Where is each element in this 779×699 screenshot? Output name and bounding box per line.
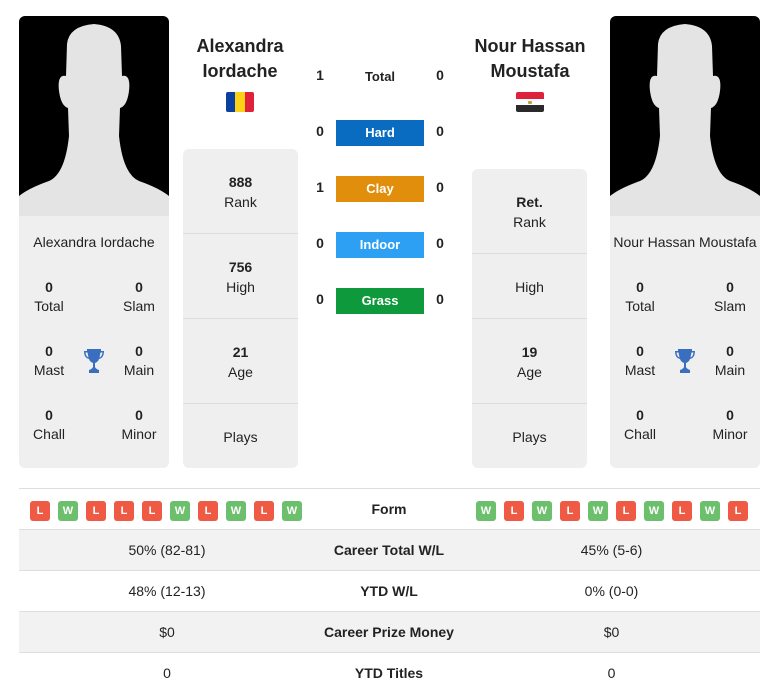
surface-clay-button[interactable]: Clay <box>336 176 424 202</box>
form-loss-badge[interactable]: L <box>560 501 580 521</box>
form-loss-badge[interactable]: L <box>728 501 748 521</box>
form-win-badge[interactable]: W <box>58 501 78 521</box>
form-label: Form <box>371 501 407 517</box>
form-loss-badge[interactable]: L <box>30 501 50 521</box>
h2h-grass-p2: 0 <box>436 291 444 307</box>
surface-hard-button[interactable]: Hard <box>336 120 424 146</box>
player1-form: LWLLLWLWLW <box>30 501 302 521</box>
form-loss-badge[interactable]: L <box>142 501 162 521</box>
h2h-clay-p2: 0 <box>436 179 444 195</box>
player2-form: WLWLWLWLWL <box>476 501 748 521</box>
player2-high: High <box>515 278 544 295</box>
form-loss-badge[interactable]: L <box>504 501 524 521</box>
player2-title-chall: 0 Chall <box>624 407 656 442</box>
player2-title-slam: 0 Slam <box>714 279 746 314</box>
form-win-badge[interactable]: W <box>700 501 720 521</box>
player1-title-total: 0 Total <box>34 279 64 314</box>
trophy-icon <box>84 349 104 373</box>
player2-title-minor: 0 Minor <box>712 407 748 442</box>
form-win-badge[interactable]: W <box>282 501 302 521</box>
h2h-indoor-p1: 0 <box>316 235 324 251</box>
h2h-hard-p1: 0 <box>316 123 324 139</box>
form-loss-badge[interactable]: L <box>198 501 218 521</box>
form-loss-badge[interactable]: L <box>254 501 274 521</box>
player2-rank: Ret. Rank <box>513 193 546 230</box>
player1-card: Alexandra Iordache 0 Total 0 Slam 0 Mast… <box>19 16 169 468</box>
form-loss-badge[interactable]: L <box>672 501 692 521</box>
player2-card-name[interactable]: Nour Hassan Moustafa <box>610 234 760 250</box>
player2-photo <box>610 16 760 216</box>
player1-title-chall: 0 Chall <box>33 407 65 442</box>
silhouette-icon <box>610 24 760 216</box>
player1-rank: 888 Rank <box>224 173 257 210</box>
player2-card: Nour Hassan Moustafa 0 Total 0 Slam 0 Ma… <box>610 16 760 468</box>
egypt-flag-icon <box>516 92 544 112</box>
row-label: YTD W/L <box>360 583 418 599</box>
player2-plays: Plays <box>512 428 547 445</box>
table-row: 50% (82-81) Career Total W/L 45% (5-6) <box>19 529 760 570</box>
table-row: 48% (12-13) YTD W/L 0% (0-0) <box>19 570 760 611</box>
form-win-badge[interactable]: W <box>226 501 246 521</box>
player2-titles: 0 Total 0 Slam 0 Mast 0 Main 0 Chall 0 M… <box>610 278 760 458</box>
form-loss-badge[interactable]: L <box>86 501 106 521</box>
form-win-badge[interactable]: W <box>644 501 664 521</box>
form-win-badge[interactable]: W <box>532 501 552 521</box>
player1-ytd-wl: 48% (12-13) <box>128 583 206 599</box>
player1-stats: 888 Rank 756 High 21 Age Plays <box>183 149 298 468</box>
romania-flag-icon <box>226 92 254 112</box>
h2h-total-label: Total <box>364 69 396 84</box>
player1-titles: 0 Total 0 Slam 0 Mast 0 Main 0 Chall 0 M… <box>19 278 169 458</box>
player2-title-total: 0 Total <box>625 279 655 314</box>
form-win-badge[interactable]: W <box>476 501 496 521</box>
surface-grass-button[interactable]: Grass <box>336 288 424 314</box>
player1-high: 756 High <box>226 258 255 295</box>
player2-stats: Ret. Rank High 19 Age Plays <box>472 169 587 468</box>
player1-card-name[interactable]: Alexandra Iordache <box>19 234 169 250</box>
form-row: LWLLLWLWLW Form WLWLWLWLWL <box>19 488 760 529</box>
player2-name-heading[interactable]: Nour Hassan Moustafa <box>455 34 605 84</box>
row-label: Career Total W/L <box>333 542 445 558</box>
form-loss-badge[interactable]: L <box>616 501 636 521</box>
player2-ytd-titles: 0 <box>607 665 616 681</box>
player1-prize-money: $0 <box>159 624 175 640</box>
player1-title-mast: 0 Mast <box>33 343 65 378</box>
player1-age: 21 Age <box>228 343 253 380</box>
player1-title-main: 0 Main <box>123 343 155 378</box>
h2h-total-p1: 1 <box>316 67 324 83</box>
player2-title-mast: 0 Mast <box>624 343 656 378</box>
table-row: $0 Career Prize Money $0 <box>19 611 760 652</box>
player2-age: 19 Age <box>517 343 542 380</box>
player2-title-main: 0 Main <box>714 343 746 378</box>
form-win-badge[interactable]: W <box>170 501 190 521</box>
h2h-clay-p1: 1 <box>316 179 324 195</box>
player1-title-slam: 0 Slam <box>123 279 155 314</box>
h2h-grass-p1: 0 <box>316 291 324 307</box>
player1-career-wl: 50% (82-81) <box>128 542 206 558</box>
player1-photo <box>19 16 169 216</box>
h2h-hard-p2: 0 <box>436 123 444 139</box>
player2-ytd-wl: 0% (0-0) <box>584 583 639 599</box>
player1-ytd-titles: 0 <box>163 665 171 681</box>
form-loss-badge[interactable]: L <box>114 501 134 521</box>
form-win-badge[interactable]: W <box>588 501 608 521</box>
player2-prize-money: $0 <box>603 624 620 640</box>
surface-indoor-button[interactable]: Indoor <box>336 232 424 258</box>
row-label: YTD Titles <box>354 665 424 681</box>
silhouette-icon <box>19 24 169 216</box>
player1-plays: Plays <box>223 428 258 445</box>
table-row: 0 YTD Titles 0 <box>19 652 760 693</box>
h2h-indoor-p2: 0 <box>436 235 444 251</box>
player1-name-heading[interactable]: Alexandra Iordache <box>165 34 315 84</box>
row-label: Career Prize Money <box>324 624 454 640</box>
comparison-table: LWLLLWLWLW Form WLWLWLWLWL 50% (82-81) C… <box>19 488 760 693</box>
player2-career-wl: 45% (5-6) <box>580 542 643 558</box>
trophy-icon <box>675 349 695 373</box>
h2h-total-p2: 0 <box>436 67 444 83</box>
player1-title-minor: 0 Minor <box>121 407 157 442</box>
